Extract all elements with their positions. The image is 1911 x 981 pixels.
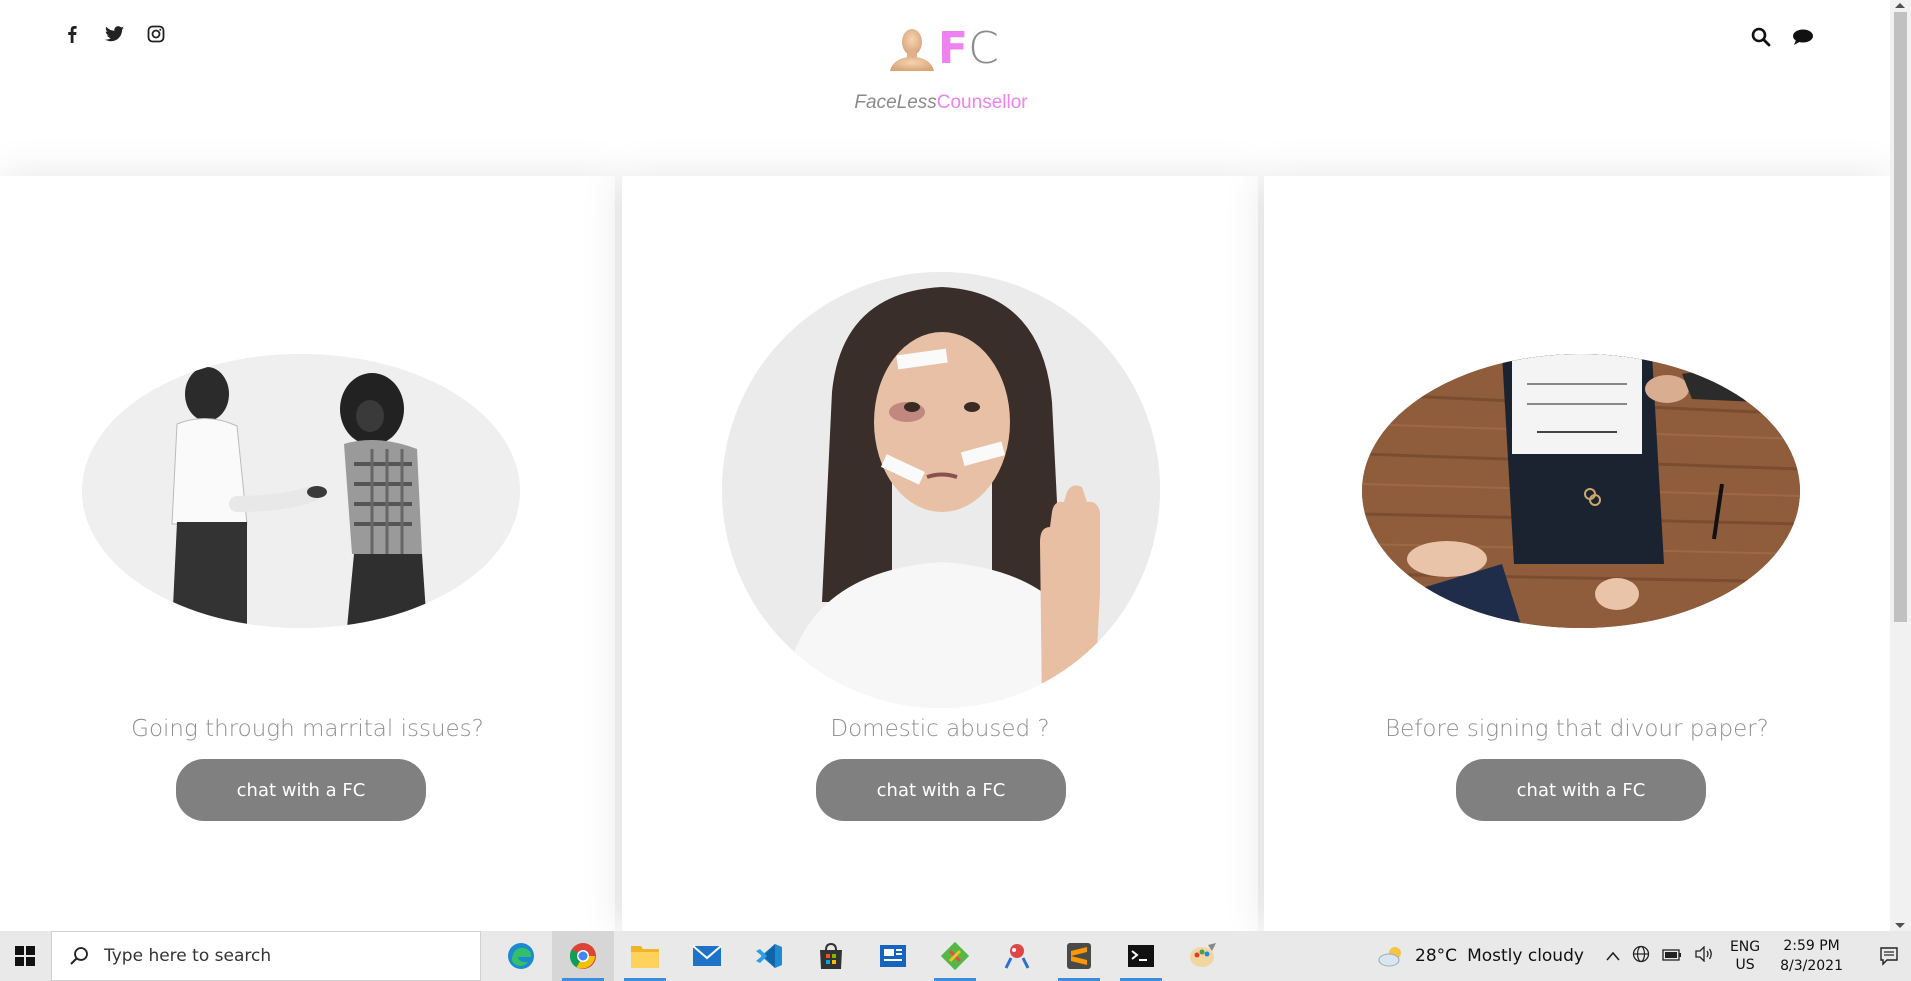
language-indicator[interactable]: ENG US — [1730, 938, 1760, 974]
social-links — [62, 24, 166, 44]
notification-icon[interactable] — [1867, 946, 1911, 966]
news-icon[interactable] — [862, 931, 924, 981]
paint-icon[interactable] — [1172, 931, 1234, 981]
logo-letter-f: F — [938, 23, 969, 74]
system-tray: 28°C Mostly cloudy ENG US 2:59 PM 8/3/20… — [1377, 931, 1911, 981]
terminal-icon[interactable] — [1110, 931, 1172, 981]
windows-taskbar: Type here to search 28°C Mostly cloudy E… — [0, 931, 1911, 981]
abused-woman-photo — [722, 272, 1160, 708]
chevron-up-icon[interactable] — [1606, 947, 1620, 965]
snip-icon[interactable] — [986, 931, 1048, 981]
taskbar-apps — [490, 931, 1234, 981]
git-icon[interactable] — [924, 931, 986, 981]
card-domestic-abuse: Domestic abused ? chat with a FC — [622, 176, 1258, 931]
services-section: Going through marrital issues? chat with… — [0, 176, 1890, 931]
network-globe-icon[interactable] — [1632, 945, 1650, 967]
chat-icon[interactable] — [1792, 26, 1814, 48]
site-header: F C FaceLessCounsellor — [0, 0, 1890, 175]
search-icon — [70, 947, 88, 965]
file-explorer-icon[interactable] — [614, 931, 676, 981]
region-code: US — [1735, 957, 1755, 973]
search-icon[interactable] — [1750, 26, 1772, 48]
chat-with-fc-button[interactable]: chat with a FC — [816, 759, 1066, 821]
chat-with-fc-button[interactable]: chat with a FC — [1456, 759, 1706, 821]
clock-time: 2:59 PM — [1783, 938, 1840, 954]
faceless-avatar-icon — [888, 27, 936, 71]
scrollbar-thumb[interactable] — [1894, 12, 1907, 622]
vscode-icon[interactable] — [738, 931, 800, 981]
page-scrollbar[interactable] — [1890, 0, 1911, 931]
instagram-icon[interactable] — [146, 24, 166, 44]
chat-with-fc-button[interactable]: chat with a FC — [176, 759, 426, 821]
weather-condition: Mostly cloudy — [1467, 946, 1584, 966]
tagline-counsellor: Counsellor — [936, 92, 1028, 113]
card-marital-issues: Going through marrital issues? chat with… — [0, 176, 615, 931]
card-question: Before signing that divour paper? — [1385, 716, 1769, 742]
site-logo[interactable]: F C — [888, 24, 999, 74]
tagline-faceless: FaceLess — [854, 92, 937, 113]
search-placeholder: Type here to search — [104, 946, 272, 966]
scroll-down-arrow-icon[interactable] — [1895, 923, 1905, 928]
card-question: Domestic abused ? — [830, 716, 1050, 742]
logo-letter-c: C — [968, 23, 999, 74]
weather-widget[interactable]: 28°C Mostly cloudy — [1377, 945, 1584, 967]
scroll-up-arrow-icon[interactable] — [1895, 3, 1905, 8]
site-tagline: FaceLessCounsellor — [0, 92, 1882, 114]
start-button[interactable] — [0, 931, 50, 981]
weather-temperature: 28°C — [1415, 946, 1458, 966]
divorce-paper-photo — [1362, 354, 1800, 628]
windows-logo-icon — [15, 946, 35, 966]
tray-icons — [1606, 945, 1714, 967]
mail-icon[interactable] — [676, 931, 738, 981]
volume-icon[interactable] — [1694, 945, 1714, 966]
facebook-icon[interactable] — [62, 24, 82, 44]
card-divorce-paper: Before signing that divour paper? chat w… — [1264, 176, 1890, 931]
taskbar-search-input[interactable]: Type here to search — [51, 931, 481, 981]
language-code: ENG — [1729, 939, 1761, 955]
sublime-icon[interactable] — [1048, 931, 1110, 981]
store-icon[interactable] — [800, 931, 862, 981]
cloud-sun-icon — [1378, 947, 1402, 967]
taskbar-clock[interactable]: 2:59 PM 8/3/2021 — [1780, 936, 1843, 976]
clock-date: 8/3/2021 — [1780, 958, 1843, 974]
chrome-icon[interactable] — [552, 931, 614, 981]
card-question: Going through marrital issues? — [131, 716, 484, 742]
battery-icon[interactable] — [1662, 947, 1682, 965]
header-actions — [1750, 26, 1814, 48]
couple-argument-photo — [82, 354, 520, 628]
edge-icon[interactable] — [490, 931, 552, 981]
twitter-icon[interactable] — [104, 24, 124, 44]
